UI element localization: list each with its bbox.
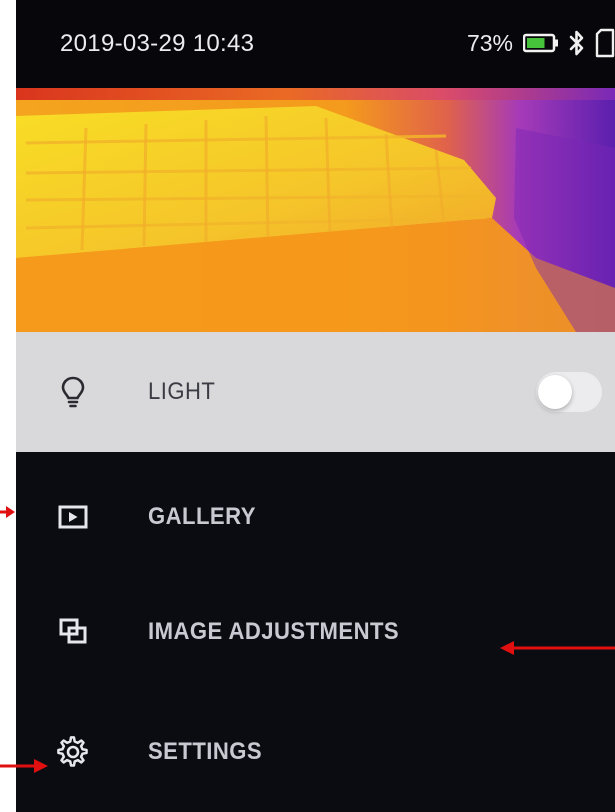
thermal-image[interactable] xyxy=(16,88,615,332)
light-toggle-knob xyxy=(538,375,572,409)
gear-icon xyxy=(56,735,90,769)
menu-item-gallery[interactable]: GALLERY xyxy=(16,457,615,577)
menu-label-settings: SETTINGS xyxy=(148,738,263,765)
sd-card-icon xyxy=(595,28,615,58)
menu-label-image-adjustments: IMAGE ADJUSTMENTS xyxy=(148,618,400,645)
battery-percent: 73% xyxy=(466,29,513,56)
camera-screen: 2019-03-29 10:43 73% LIGHT GALLERY IMAGE… xyxy=(16,0,615,812)
battery-icon xyxy=(523,33,558,53)
lightbulb-icon xyxy=(56,375,90,409)
annotation-arrow-image-adjustments xyxy=(500,641,615,655)
menu-item-image-adjustments[interactable]: IMAGE ADJUSTMENTS xyxy=(16,572,615,692)
bluetooth-icon xyxy=(569,30,584,56)
menu-item-settings[interactable]: SETTINGS xyxy=(16,692,615,812)
annotation-arrow-settings xyxy=(0,759,48,773)
gallery-play-icon xyxy=(56,500,90,534)
annotation-arrow-gallery xyxy=(0,506,15,518)
light-toggle[interactable] xyxy=(536,372,602,412)
image-overlay-icon xyxy=(56,615,90,649)
menu-label-light: LIGHT xyxy=(148,378,216,405)
status-datetime: 2019-03-29 10:43 xyxy=(60,30,255,57)
status-indicators: 73% xyxy=(467,28,615,58)
status-bar: 2019-03-29 10:43 73% xyxy=(16,0,615,88)
main-menu: LIGHT GALLERY IMAGE ADJUSTMENTS SETTINGS xyxy=(16,332,615,812)
menu-item-light[interactable]: LIGHT xyxy=(16,332,615,452)
page: 2019-03-29 10:43 73% LIGHT GALLERY IMAGE… xyxy=(0,0,615,812)
menu-label-gallery: GALLERY xyxy=(148,503,256,530)
